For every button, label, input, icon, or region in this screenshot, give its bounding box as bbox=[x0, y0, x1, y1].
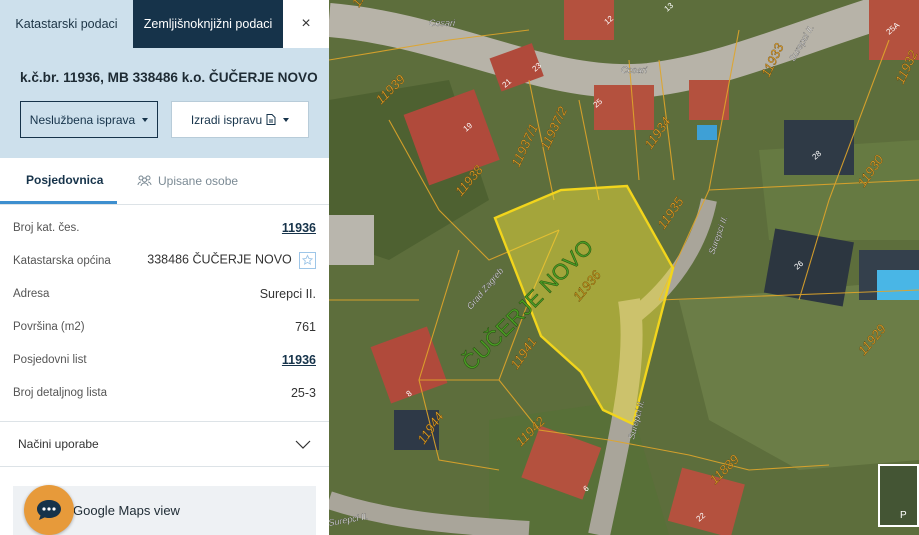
nacini-uporabe-accordion[interactable]: Načini uporabe bbox=[0, 421, 329, 467]
property-row: Katastarska općina 338486 ČUČERJE NOVO bbox=[13, 244, 316, 277]
property-row: Broj kat. čes. 11936 bbox=[13, 211, 316, 244]
property-row: Posjedovni list 11936 bbox=[13, 343, 316, 376]
property-value: Surepci II. bbox=[259, 286, 316, 301]
tab-katastarski-podaci[interactable]: Katastarski podaci bbox=[0, 0, 133, 48]
map-view[interactable]: 11939 11938 11937/1 11937/2 11934 11935 … bbox=[329, 0, 919, 535]
aerial-map[interactable]: 11939 11938 11937/1 11937/2 11934 11935 … bbox=[329, 0, 919, 535]
tab-katastarski-label: Katastarski podaci bbox=[15, 17, 118, 31]
nesluzbena-isprava-button[interactable]: Neslužbena isprava bbox=[20, 101, 158, 138]
property-row: Adresa Surepci II. bbox=[13, 277, 316, 310]
parcel-header: k.č.br. 11936, MB 338486 k.o. ČUČERJE NO… bbox=[0, 48, 329, 158]
property-value: 338486 ČUČERJE NOVO bbox=[147, 252, 292, 267]
property-row: Broj detaljnog lista 25-3 bbox=[13, 376, 316, 409]
izradi-ispravu-button[interactable]: Izradi ispravu bbox=[171, 101, 309, 138]
property-value-link[interactable]: 11936 bbox=[282, 221, 316, 235]
caret-down-icon bbox=[283, 117, 290, 122]
layer-thumbnail-image bbox=[880, 466, 917, 525]
tab-upisane-osobe[interactable]: Upisane osobe bbox=[117, 158, 258, 204]
tab-upisane-osobe-label: Upisane osobe bbox=[158, 174, 239, 188]
tab-bar: Katastarski podaci Zemljišnoknjižni poda… bbox=[0, 0, 329, 48]
close-icon: × bbox=[301, 15, 311, 32]
subtab-bar: Posjedovnica Upisane osobe bbox=[0, 158, 329, 205]
property-value: 25-3 bbox=[290, 385, 316, 400]
document-icon bbox=[266, 114, 276, 125]
tab-zemljisnoknjizni-label: Zemljišnoknjižni podaci bbox=[143, 17, 273, 31]
star-icon[interactable] bbox=[299, 252, 316, 269]
street-label: Cesari bbox=[621, 65, 648, 75]
property-label: Katastarska općina bbox=[13, 254, 111, 267]
caret-down-icon bbox=[142, 117, 149, 122]
parcel-title: k.č.br. 11936, MB 338486 k.o. ČUČERJE NO… bbox=[20, 70, 318, 85]
layer-switcher-thumbnail[interactable]: P bbox=[878, 464, 919, 527]
street-label: Cesari bbox=[429, 18, 456, 28]
property-label: Posjedovni list bbox=[13, 353, 87, 366]
close-button[interactable]: × bbox=[283, 0, 329, 48]
chevron-down-icon bbox=[295, 440, 311, 449]
tab-zemljisnoknjizni-podaci[interactable]: Zemljišnoknjižni podaci bbox=[133, 0, 283, 48]
izradi-ispravu-label: Izradi ispravu bbox=[190, 112, 263, 127]
layer-thumbnail-label: P bbox=[900, 510, 907, 521]
accordion-label: Načini uporabe bbox=[18, 437, 99, 451]
tab-posjedovnica-label: Posjedovnica bbox=[26, 172, 104, 187]
chat-icon bbox=[37, 500, 61, 520]
people-icon bbox=[137, 175, 152, 187]
chat-button[interactable] bbox=[24, 485, 74, 535]
property-row: Površina (m2) 761 bbox=[13, 310, 316, 343]
property-value: 761 bbox=[295, 319, 316, 334]
property-value-wrap: 338486 ČUČERJE NOVO bbox=[147, 252, 316, 269]
property-label: Broj detaljnog lista bbox=[13, 386, 107, 399]
google-maps-view-label: Google Maps view bbox=[73, 503, 180, 518]
tab-posjedovnica[interactable]: Posjedovnica bbox=[0, 158, 117, 204]
property-label: Površina (m2) bbox=[13, 320, 85, 333]
property-label: Broj kat. čes. bbox=[13, 221, 80, 234]
property-label: Adresa bbox=[13, 287, 50, 300]
property-value-link[interactable]: 11936 bbox=[282, 353, 316, 367]
nesluzbena-isprava-label: Neslužbena isprava bbox=[29, 112, 136, 127]
property-list: Broj kat. čes. 11936 Katastarska općina … bbox=[0, 205, 329, 409]
side-panel: Katastarski podaci Zemljišnoknjižni poda… bbox=[0, 0, 329, 535]
